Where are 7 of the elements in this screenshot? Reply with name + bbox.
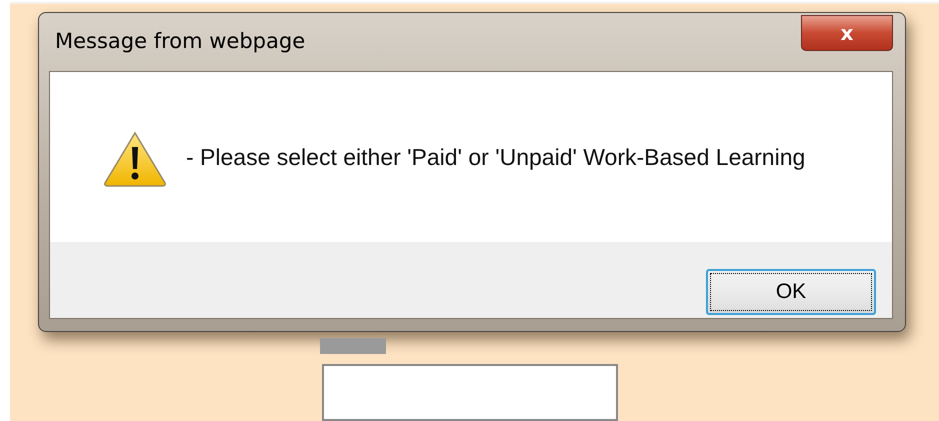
input-field[interactable] — [322, 364, 618, 421]
tab-strip — [320, 338, 386, 354]
message-text: - Please select either 'Paid' or 'Unpaid' Work-Based Learning — [186, 144, 806, 170]
close-button[interactable]: x — [801, 15, 893, 51]
warning-icon — [103, 131, 167, 187]
ok-button[interactable]: OK — [706, 269, 876, 315]
window-title: Message from webpage — [55, 29, 306, 53]
